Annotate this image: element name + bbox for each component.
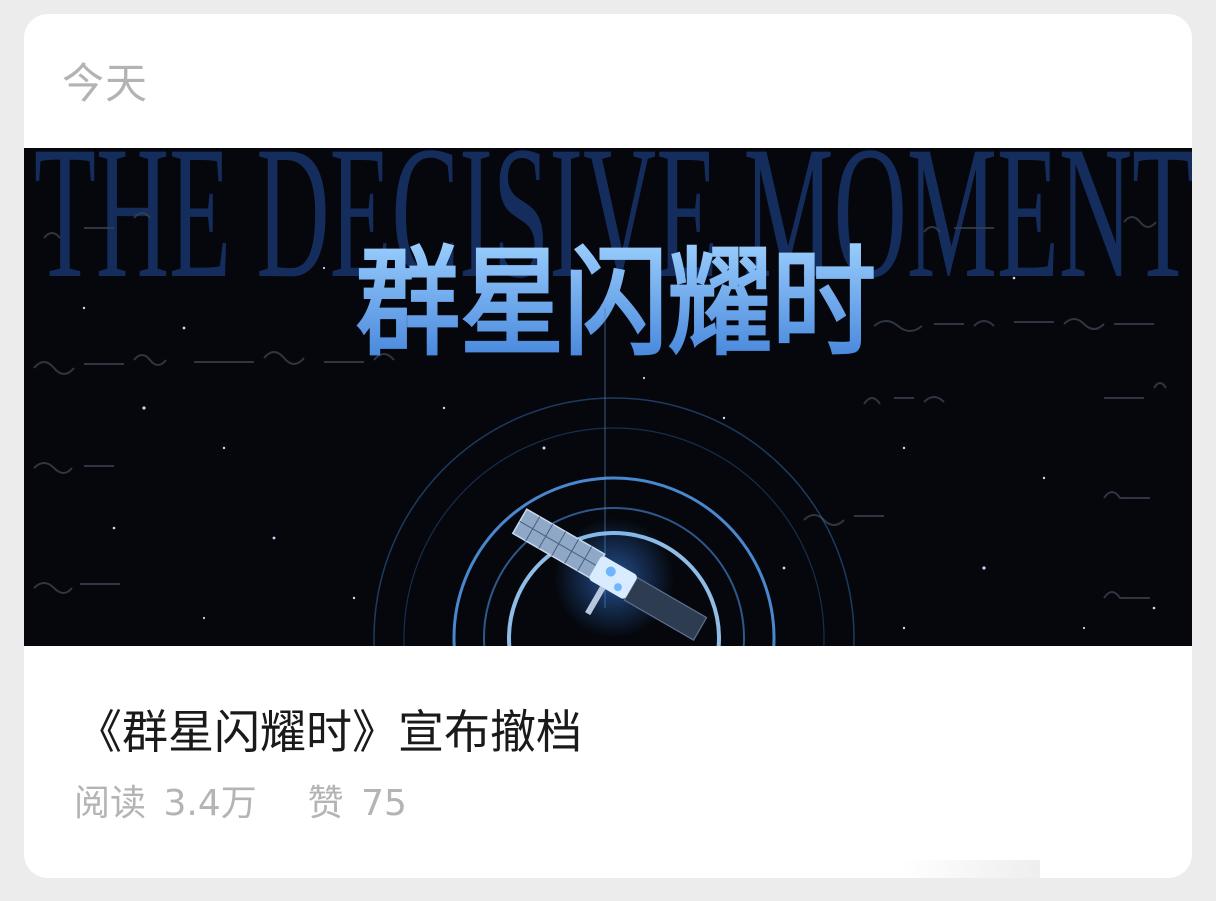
article-card[interactable]: 今天 THE DECISIVE MOMENT 群星闪耀时 《群星闪耀时》宣布撤档… bbox=[24, 14, 1192, 878]
read-label: 阅读 bbox=[74, 783, 147, 824]
bottom-fade bbox=[900, 860, 1040, 878]
article-stats: 阅读 3.4万 赞 75 bbox=[74, 782, 407, 826]
article-title[interactable]: 《群星闪耀时》宣布撤档 bbox=[76, 702, 582, 762]
like-count: 75 bbox=[361, 783, 407, 824]
cover-image[interactable]: THE DECISIVE MOMENT 群星闪耀时 bbox=[24, 148, 1192, 646]
like-label: 赞 bbox=[307, 783, 344, 824]
cover-headline: 群星闪耀时 bbox=[356, 234, 876, 372]
read-count: 3.4万 bbox=[163, 783, 257, 824]
cover-graphic: THE DECISIVE MOMENT 群星闪耀时 bbox=[24, 148, 1192, 646]
date-label: 今天 bbox=[62, 59, 149, 108]
